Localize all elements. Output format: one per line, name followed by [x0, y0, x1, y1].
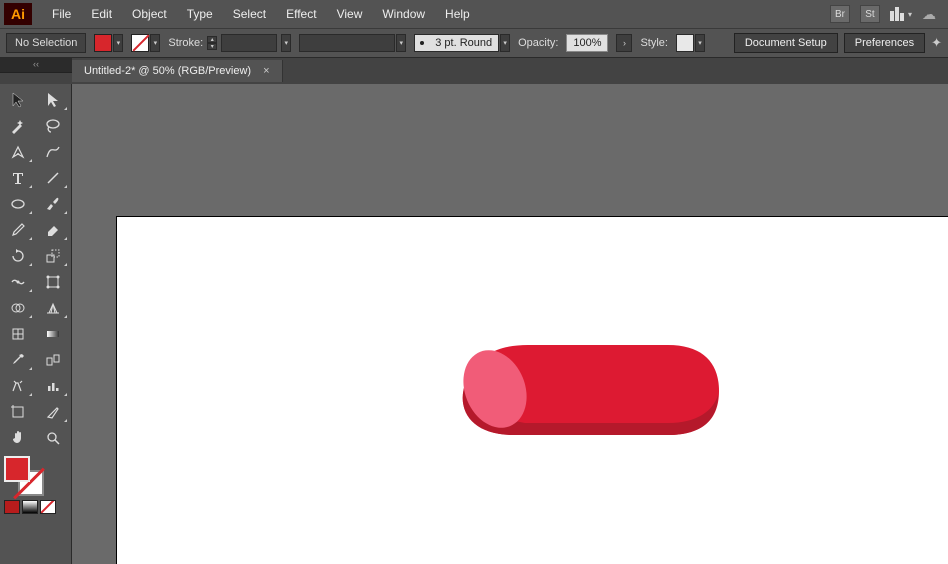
opacity-dropdown[interactable]: ›: [616, 34, 632, 52]
pen-tool[interactable]: [2, 140, 34, 164]
rotate-tool[interactable]: [2, 244, 34, 268]
fill-swatch[interactable]: [94, 34, 112, 52]
color-mode-none[interactable]: [40, 500, 56, 514]
bridge-icon[interactable]: Br: [830, 5, 850, 23]
color-mode-solid[interactable]: [4, 500, 20, 514]
perspective-grid-tool[interactable]: [37, 296, 69, 320]
fill-dropdown[interactable]: ▾: [113, 34, 123, 52]
document-setup-button[interactable]: Document Setup: [734, 33, 838, 53]
free-transform-tool[interactable]: [37, 270, 69, 294]
opacity-label: Opacity:: [518, 37, 558, 49]
arrange-documents[interactable]: ▾: [890, 7, 912, 21]
blend-tool[interactable]: [37, 348, 69, 372]
menu-file[interactable]: File: [42, 3, 81, 25]
shape-builder-tool[interactable]: [2, 296, 34, 320]
scale-tool[interactable]: [37, 244, 69, 268]
fill-stroke-indicator[interactable]: [4, 456, 44, 496]
fill-swatch-group[interactable]: ▾: [94, 34, 123, 52]
profile-field-group[interactable]: ▾: [299, 34, 406, 52]
symbol-sprayer-tool[interactable]: [2, 374, 34, 398]
fill-color-box[interactable]: [4, 456, 30, 482]
align-icon[interactable]: ✦: [931, 35, 942, 51]
document-tab[interactable]: Untitled-2* @ 50% (RGB/Preview) ×: [72, 60, 283, 82]
pencil-tool[interactable]: [2, 218, 34, 242]
artwork-capsule-shape[interactable]: [453, 345, 721, 453]
arrange-icon: [890, 7, 904, 21]
color-mode-row: [4, 500, 67, 514]
brush-preview-icon: [415, 35, 429, 51]
variable-width-profile[interactable]: [299, 34, 395, 52]
tools-panel: [0, 84, 72, 564]
selection-tool[interactable]: [2, 88, 34, 112]
gradient-tool[interactable]: [37, 322, 69, 346]
eraser-tool[interactable]: [37, 218, 69, 242]
stroke-swatch[interactable]: [131, 34, 149, 52]
zoom-tool[interactable]: [37, 426, 69, 450]
menu-type[interactable]: Type: [177, 3, 223, 25]
type-tool[interactable]: [2, 166, 34, 190]
paintbrush-tool[interactable]: [37, 192, 69, 216]
column-graph-tool[interactable]: [37, 374, 69, 398]
chevron-down-icon: ▾: [908, 10, 912, 19]
eyedropper-tool[interactable]: [2, 348, 34, 372]
color-mode-gradient[interactable]: [22, 500, 38, 514]
artboard-tool[interactable]: [2, 400, 34, 424]
direct-selection-tool[interactable]: [37, 88, 69, 112]
magic-wand-tool[interactable]: [2, 114, 34, 138]
brush-definition-group[interactable]: 3 pt. Round ▾: [414, 34, 510, 52]
menu-object[interactable]: Object: [122, 3, 177, 25]
preferences-button[interactable]: Preferences: [844, 33, 925, 53]
style-group[interactable]: ▾: [676, 34, 705, 52]
document-tab-bar: Untitled-2* @ 50% (RGB/Preview) ×: [0, 58, 948, 84]
stroke-label: Stroke:: [168, 37, 203, 49]
color-controls: [2, 452, 69, 518]
opacity-field[interactable]: 100%: [566, 34, 608, 52]
main-area: [0, 84, 948, 564]
stroke-swatch-group[interactable]: ▾: [131, 34, 160, 52]
menu-bar: Ai File Edit Object Type Select Effect V…: [0, 0, 948, 28]
close-tab-icon[interactable]: ×: [263, 65, 269, 77]
stroke-weight-stepper[interactable]: ▴▾: [207, 36, 217, 50]
menu-select[interactable]: Select: [223, 3, 276, 25]
graphic-style-swatch[interactable]: [676, 34, 694, 52]
app-logo: Ai: [4, 3, 32, 25]
menu-help[interactable]: Help: [435, 3, 480, 25]
menu-edit[interactable]: Edit: [81, 3, 122, 25]
slice-tool[interactable]: [37, 400, 69, 424]
width-tool[interactable]: [2, 270, 34, 294]
line-segment-tool[interactable]: [37, 166, 69, 190]
stroke-weight-dropdown[interactable]: ▾: [281, 34, 291, 52]
document-tab-title: Untitled-2* @ 50% (RGB/Preview): [84, 65, 251, 77]
menu-window[interactable]: Window: [372, 3, 435, 25]
stroke-weight-field[interactable]: [221, 34, 277, 52]
control-bar: No Selection ▾ ▾ Stroke: ▴▾ ▾ ▾ 3 pt. Ro…: [0, 28, 948, 58]
profile-dropdown[interactable]: ▾: [396, 34, 406, 52]
tools-collapse-handle[interactable]: ‹‹: [0, 58, 72, 73]
stock-icon[interactable]: St: [860, 5, 880, 23]
ellipse-tool[interactable]: [2, 192, 34, 216]
mesh-tool[interactable]: [2, 322, 34, 346]
style-label: Style:: [640, 37, 668, 49]
artboard[interactable]: [116, 216, 948, 564]
style-dropdown[interactable]: ▾: [695, 34, 705, 52]
menu-effect[interactable]: Effect: [276, 3, 326, 25]
stroke-dropdown[interactable]: ▾: [150, 34, 160, 52]
brush-label: 3 pt. Round: [429, 37, 498, 49]
menu-view[interactable]: View: [327, 3, 373, 25]
sync-icon[interactable]: ☁: [922, 6, 936, 23]
selection-indicator: No Selection: [6, 33, 86, 53]
lasso-tool[interactable]: [37, 114, 69, 138]
hand-tool[interactable]: [2, 426, 34, 450]
curvature-tool[interactable]: [37, 140, 69, 164]
canvas[interactable]: [72, 84, 948, 564]
brush-dropdown[interactable]: ▾: [500, 34, 510, 52]
